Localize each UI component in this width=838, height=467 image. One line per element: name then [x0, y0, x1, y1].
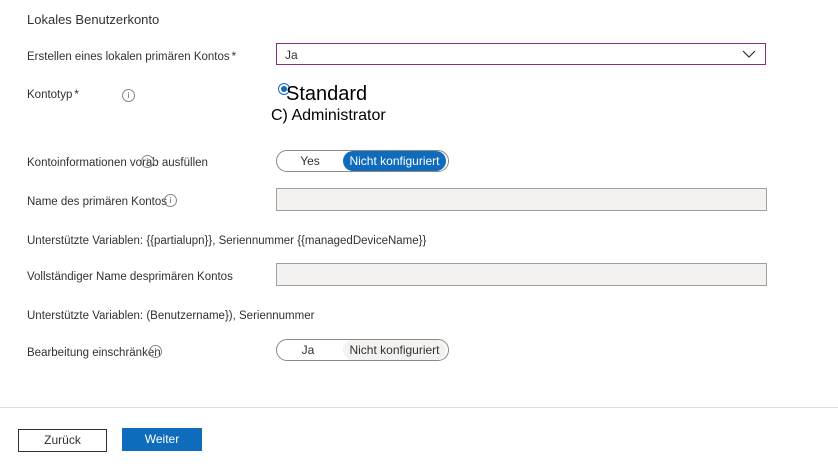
info-icon[interactable]: i	[141, 155, 154, 168]
section-title: Lokales Benutzerkonto	[27, 12, 160, 27]
account-type-label-text: Kontotyp	[27, 89, 73, 101]
next-button[interactable]: Weiter	[122, 428, 202, 451]
radio-standard-label[interactable]: Standard	[286, 83, 367, 106]
restrict-edit-toggle-not-configured[interactable]: Nicht konfiguriert	[343, 340, 446, 360]
prefill-toggle[interactable]: Yes Nicht konfiguriert	[276, 150, 449, 172]
chevron-down-icon	[741, 46, 757, 65]
back-button[interactable]: Zurück	[18, 429, 107, 452]
info-icon[interactable]: i	[164, 194, 177, 207]
create-primary-label-text: Erstellen eines lokalen primären Kontos	[27, 51, 230, 63]
required-mark: *	[74, 89, 79, 101]
prefill-label: Kontoinformationen vorab ausfüllen	[27, 157, 208, 169]
info-icon[interactable]: i	[149, 345, 162, 358]
restrict-edit-toggle[interactable]: Ja Nicht konfiguriert	[276, 339, 449, 361]
restrict-edit-label: Bearbeitung einschränken	[27, 347, 161, 359]
info-icon[interactable]: i	[122, 89, 135, 102]
create-primary-dropdown-value: Ja	[285, 48, 298, 62]
required-mark: *	[231, 51, 237, 63]
create-primary-dropdown[interactable]: Ja	[276, 43, 766, 65]
full-name-input[interactable]	[276, 263, 767, 286]
primary-name-input[interactable]	[276, 188, 767, 211]
prefill-toggle-yes[interactable]: Yes	[279, 151, 341, 171]
restrict-edit-toggle-ja[interactable]: Ja	[279, 340, 337, 360]
full-name-hint: Unterstützte Variablen: (Benutzername}),…	[27, 310, 315, 322]
primary-name-hint: Unterstützte Variablen: {{partialupn}}, …	[27, 235, 427, 247]
create-primary-label: Erstellen eines lokalen primären Kontos *	[27, 51, 236, 63]
account-type-label: Kontotyp *	[27, 89, 79, 101]
full-name-label: Vollständiger Name desprimären Kontos	[27, 271, 233, 283]
radio-administrator-label[interactable]: C) Administrator	[271, 107, 386, 125]
primary-name-label: Name des primären Kontos	[27, 196, 167, 208]
footer-divider	[0, 407, 838, 408]
prefill-toggle-not-configured[interactable]: Nicht konfiguriert	[343, 151, 446, 171]
